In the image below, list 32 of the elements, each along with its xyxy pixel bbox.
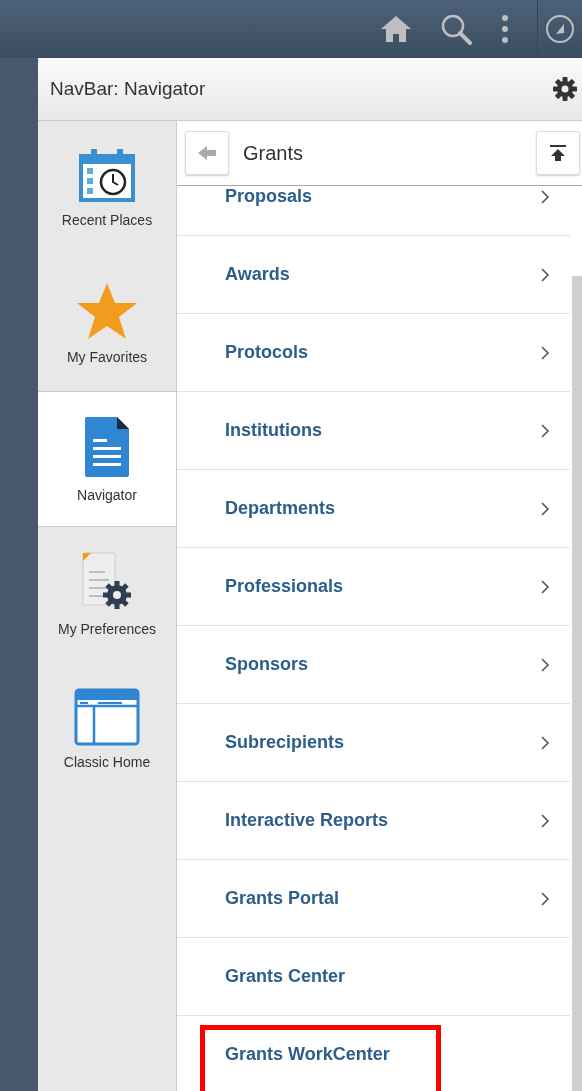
star-icon <box>75 281 139 341</box>
calendar-clock-icon <box>77 148 137 204</box>
menu-item[interactable]: Grants Center <box>177 938 570 1016</box>
left-arrow-icon <box>197 145 217 161</box>
home-icon[interactable] <box>379 14 413 44</box>
more-icon[interactable] <box>499 14 511 44</box>
up-to-top-icon <box>549 144 567 162</box>
document-icon <box>83 415 131 479</box>
menu-item[interactable]: Subrecipients <box>177 704 570 782</box>
compass-icon[interactable] <box>545 14 575 44</box>
menu-item[interactable]: Proposals <box>177 186 570 236</box>
menu-item[interactable]: Grants Portal <box>177 860 570 938</box>
search-icon[interactable] <box>439 12 473 46</box>
sidebar-item[interactable]: Navigator <box>38 391 176 527</box>
menu-item[interactable]: Awards <box>177 236 570 314</box>
back-button[interactable] <box>185 131 229 175</box>
sidebar-item[interactable]: Classic Home <box>38 662 176 797</box>
scrollbar[interactable] <box>572 276 582 1091</box>
sidebar-item[interactable]: My Preferences <box>38 527 176 662</box>
menu-item[interactable]: Institutions <box>177 392 570 470</box>
scroll-top-button[interactable] <box>536 131 580 175</box>
window-icon <box>74 688 140 746</box>
menu-item[interactable]: Interactive Reports <box>177 782 570 860</box>
menu-item[interactable]: Departments <box>177 470 570 548</box>
panel-title: NavBar: Navigator <box>50 78 206 100</box>
folder-title: Grants <box>243 141 305 165</box>
sidebar-item[interactable]: Recent Places <box>38 121 176 256</box>
menu-item[interactable]: Protocols <box>177 314 570 392</box>
menu-item[interactable]: Professionals <box>177 548 570 626</box>
sidebar-item[interactable]: My Favorites <box>38 256 176 391</box>
menu-item[interactable]: Sponsors <box>177 626 570 704</box>
menu-item[interactable]: Grants WorkCenter <box>177 1016 570 1091</box>
